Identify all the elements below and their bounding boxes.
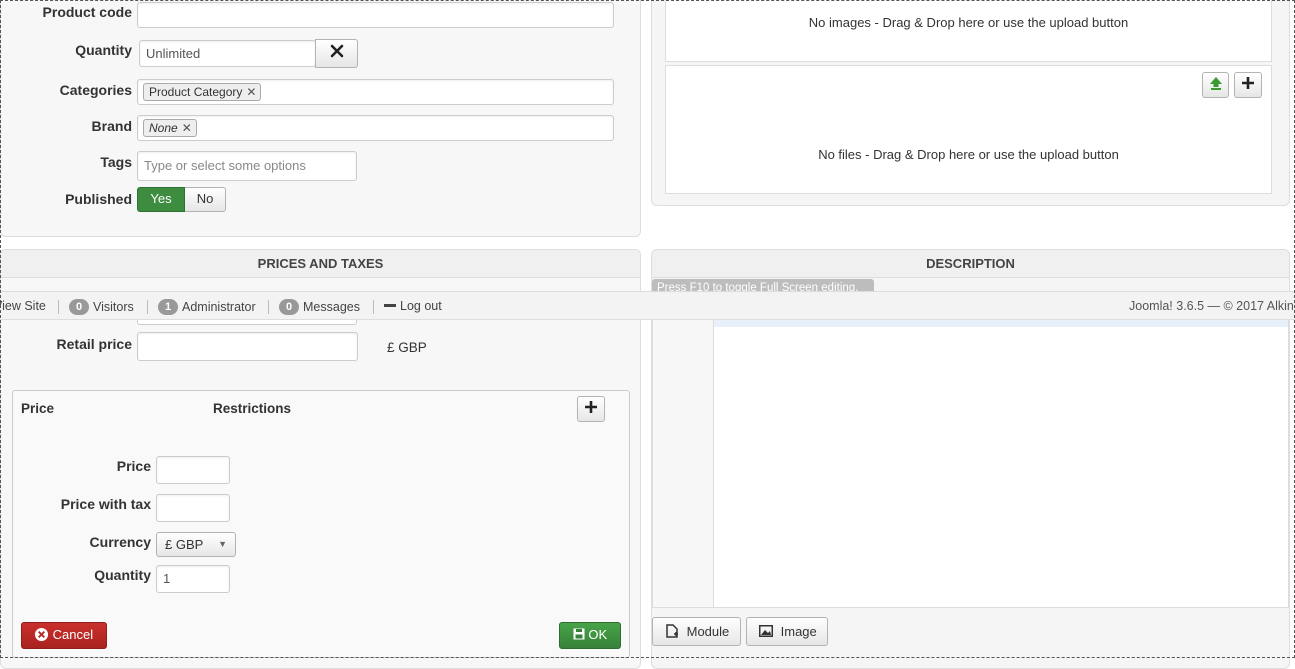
images-dropzone[interactable] <box>665 0 1272 62</box>
save-icon <box>573 627 589 642</box>
restriction-quantity-input[interactable]: 1 <box>156 565 230 593</box>
product-code-input[interactable] <box>137 2 614 28</box>
restrictions-column-header: Restrictions <box>213 401 292 416</box>
add-file-button[interactable] <box>1234 72 1262 98</box>
product-code-label: Product code <box>42 4 132 20</box>
remove-chip-icon[interactable]: ✕ <box>246 85 256 99</box>
prices-taxes-title: PRICES AND TAXES <box>1 250 640 278</box>
retail-price-input[interactable] <box>137 332 358 361</box>
currency-label: Currency <box>89 534 151 550</box>
plus-icon <box>584 400 598 415</box>
price-with-tax-label: Price with tax <box>60 496 151 512</box>
categories-label: Categories <box>59 82 132 98</box>
logout-label: Log out <box>400 299 442 313</box>
messages-link[interactable]: 0 Messages <box>279 299 360 315</box>
upload-files-button[interactable] <box>1202 72 1229 98</box>
messages-badge: 0 <box>279 299 299 315</box>
plus-icon <box>1241 76 1255 91</box>
retail-currency-suffix: £ GBP <box>387 340 427 355</box>
files-dropzone[interactable] <box>665 65 1272 194</box>
editor-active-line <box>714 319 1288 327</box>
price-restrictions-box <box>12 390 630 658</box>
brand-label: Brand <box>91 118 132 134</box>
price-label: Price <box>116 458 151 474</box>
divider <box>58 300 59 314</box>
currency-select[interactable]: £ GBP ▼ <box>156 532 236 557</box>
footer-copyright: Joomla! 3.6.5 — © 2017 Alkin <box>1129 299 1294 313</box>
admin-status-bar: View Site 0 Visitors 1 Administrator 0 Mess… <box>0 291 1295 320</box>
visitors-link[interactable]: 0 Visitors <box>69 299 134 315</box>
price-input[interactable] <box>156 456 230 484</box>
view-site-link[interactable]: View Site <box>0 299 46 313</box>
admin-badge: 1 <box>158 299 178 315</box>
published-no-button[interactable]: No <box>185 187 226 212</box>
retail-price-label: Retail price <box>56 336 132 352</box>
price-column-header: Price <box>21 401 55 416</box>
logout-link[interactable]: Log out <box>384 299 442 313</box>
upload-icon <box>1208 76 1224 91</box>
category-chip[interactable]: Product Category ✕ <box>143 83 262 101</box>
admin-label: Administrator <box>182 300 256 314</box>
caret-down-icon: ▼ <box>218 539 227 549</box>
currency-select-value: £ GBP <box>165 537 204 552</box>
module-button-label: Module <box>686 624 730 639</box>
close-icon <box>330 44 344 59</box>
category-chip-label: Product Category <box>149 85 243 99</box>
brand-chip-label: None <box>149 121 178 135</box>
code-editor[interactable] <box>652 318 1289 608</box>
administrator-link[interactable]: 1 Administrator <box>158 299 256 315</box>
visitors-badge: 0 <box>69 299 89 315</box>
divider <box>147 300 148 314</box>
divider <box>268 300 269 314</box>
tags-label: Tags <box>100 154 132 170</box>
images-dropzone-text: No images - Drag & Drop here or use the … <box>808 15 1129 30</box>
image-button-label: Image <box>780 624 817 639</box>
remove-chip-icon[interactable]: ✕ <box>182 121 192 135</box>
file-add-icon <box>665 624 683 639</box>
published-yes-button[interactable]: Yes <box>137 187 185 212</box>
files-dropzone-text: No files - Drag & Drop here or use the u… <box>818 147 1119 162</box>
quantity-clear-button[interactable] <box>315 39 358 68</box>
visitors-label: Visitors <box>93 300 134 314</box>
description-title: DESCRIPTION <box>652 250 1289 278</box>
image-button[interactable]: Image <box>746 617 828 646</box>
divider <box>373 300 374 314</box>
published-label: Published <box>65 191 132 207</box>
cancel-button-label: Cancel <box>52 627 94 642</box>
cancel-circle-icon <box>34 627 53 642</box>
minus-icon <box>384 304 396 307</box>
cancel-button[interactable]: Cancel <box>21 622 107 649</box>
quantity-input[interactable]: Unlimited <box>139 40 316 67</box>
ok-button-label: OK <box>588 627 608 642</box>
price-with-tax-input[interactable] <box>156 494 230 522</box>
brand-chip[interactable]: None ✕ <box>143 119 197 137</box>
messages-label: Messages <box>303 300 360 314</box>
ok-button[interactable]: OK <box>559 622 621 649</box>
add-restriction-button[interactable] <box>577 396 605 422</box>
quantity-label: Quantity <box>75 42 132 58</box>
editor-gutter <box>653 319 714 607</box>
brand-input[interactable] <box>137 115 614 141</box>
restriction-quantity-label: Quantity <box>94 567 151 583</box>
tags-input[interactable]: Type or select some options <box>137 151 357 181</box>
picture-icon <box>759 624 777 639</box>
module-button[interactable]: Module <box>652 617 741 646</box>
